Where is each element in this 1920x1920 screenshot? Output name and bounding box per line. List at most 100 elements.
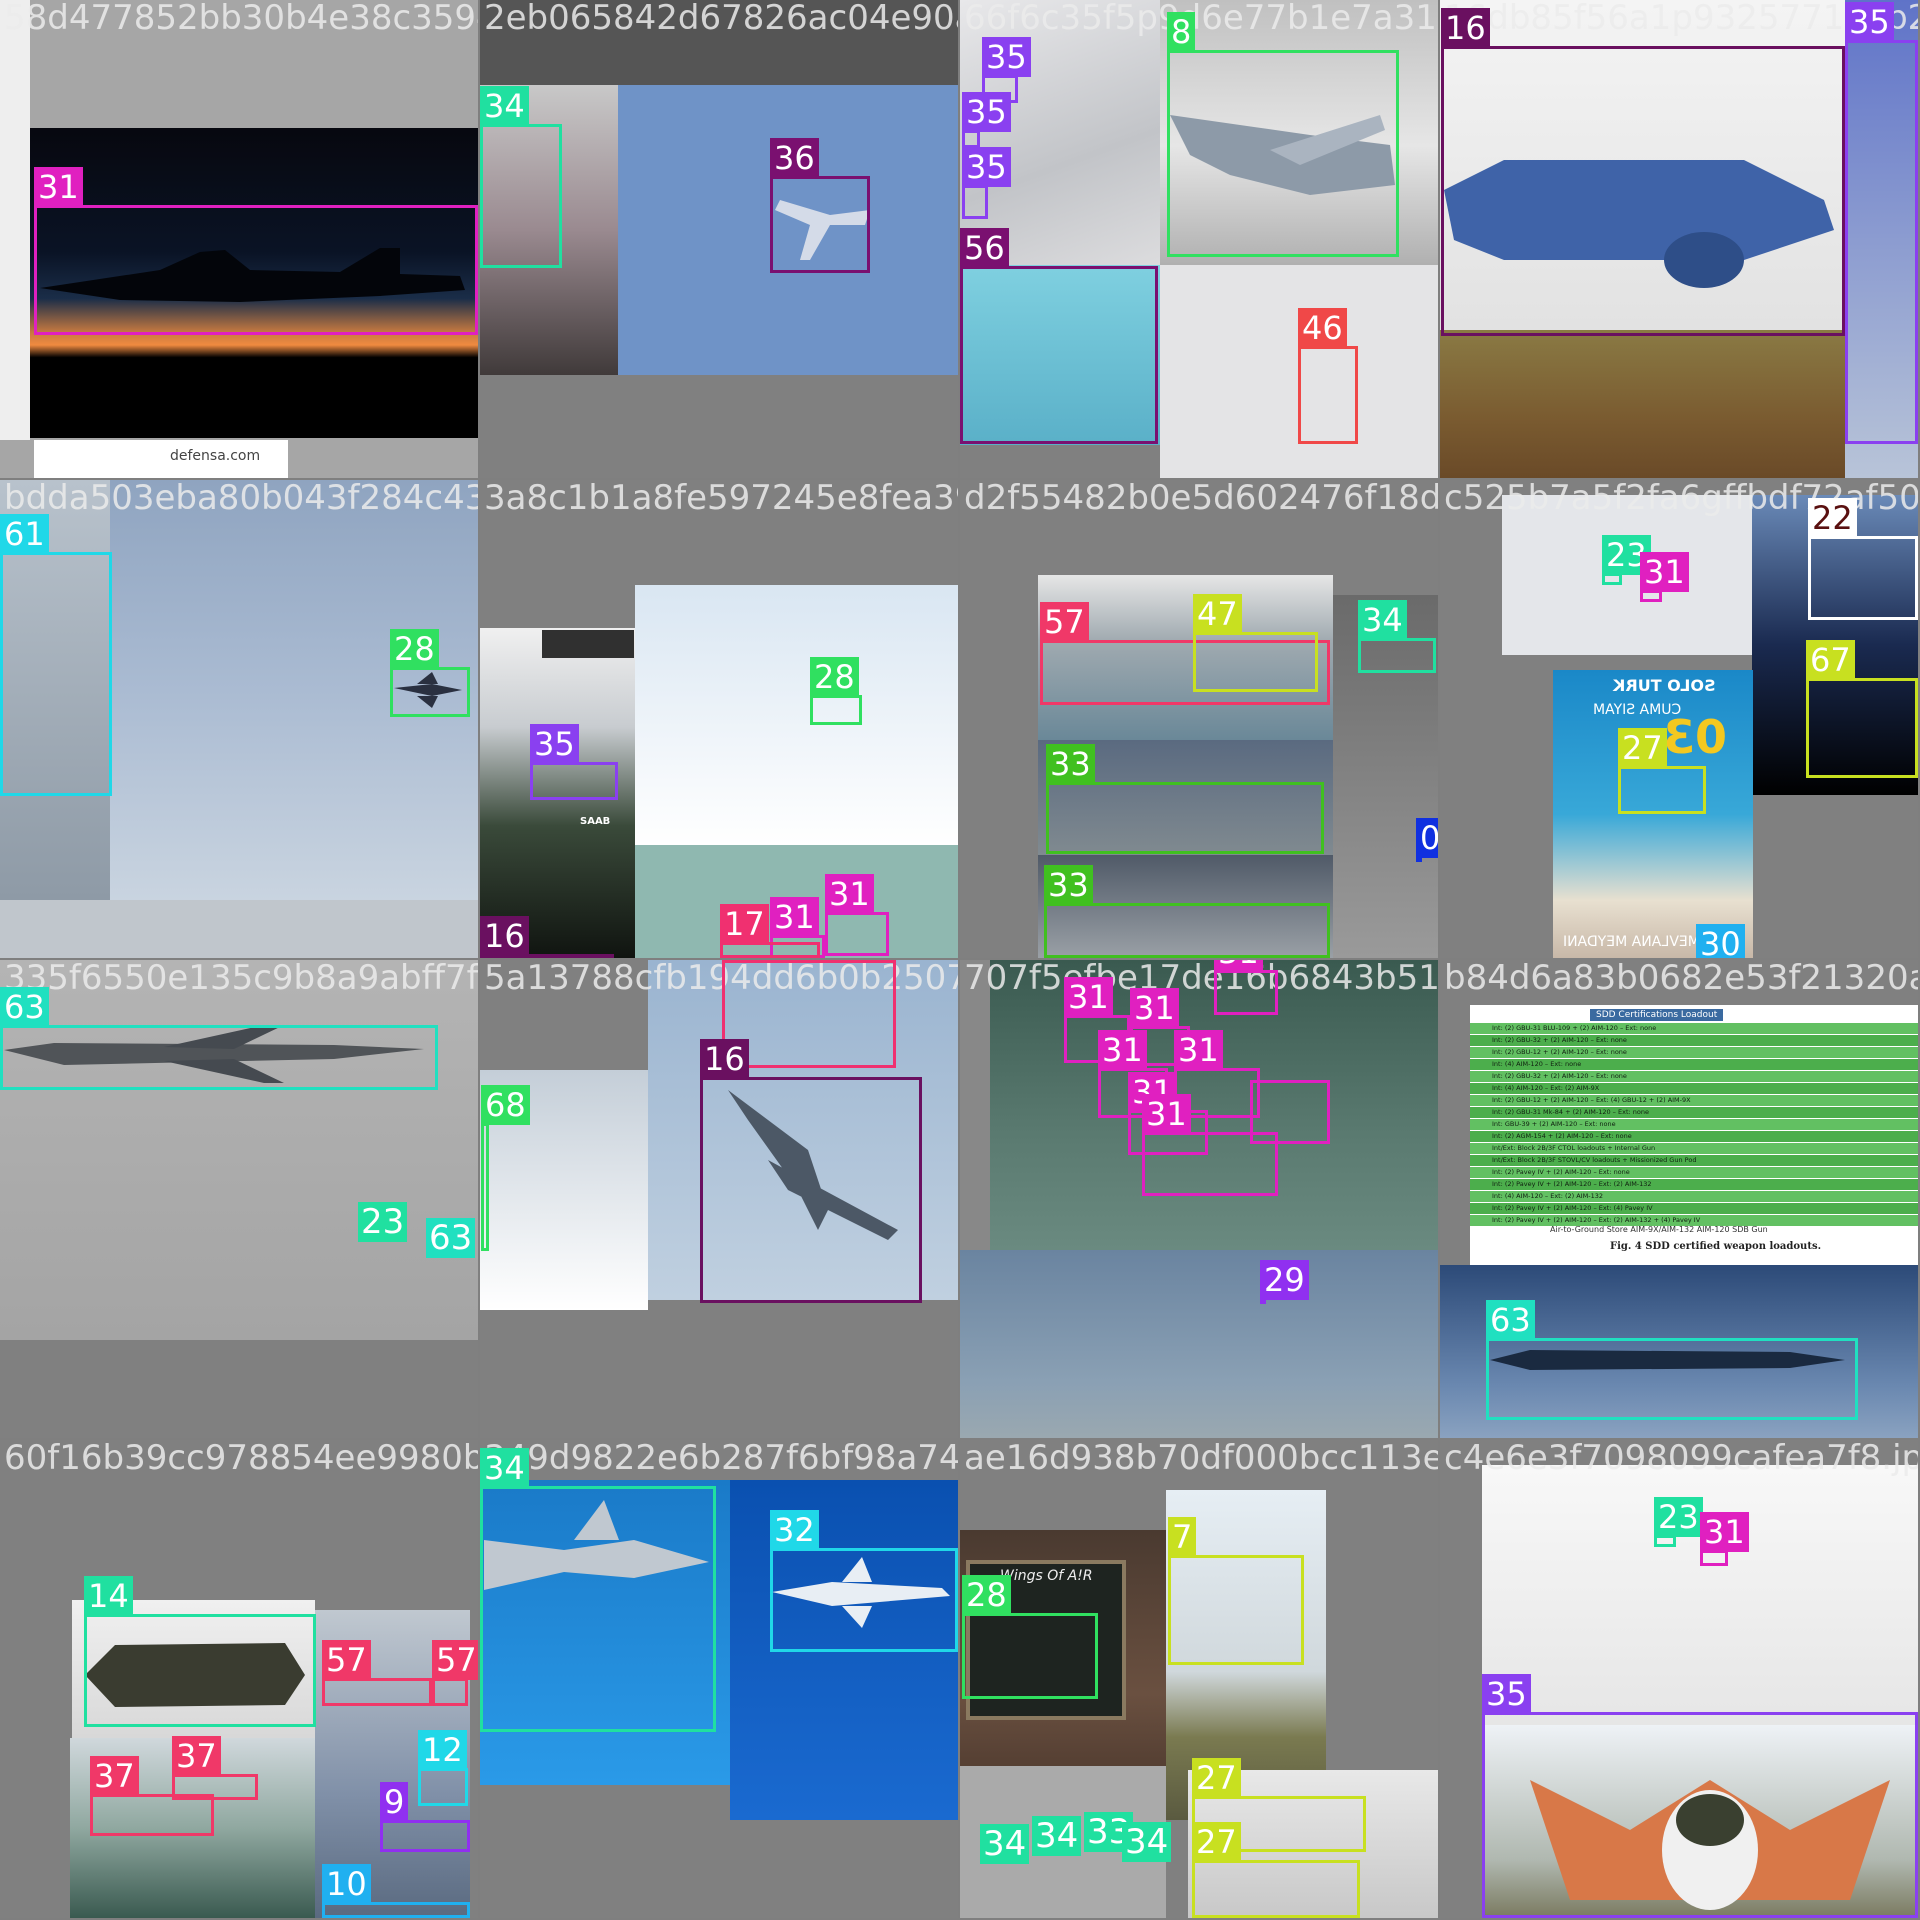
mosaic-tile: defensa.com 31 58d477852bb30b4e38c35943e… [0, 0, 478, 478]
tile-filename: 60f16b39cc978854ee9980b5e2b9f592.jpg [4, 1440, 478, 1478]
table-legend: Air-to-Ground Store AIM-9X/AIM-132 AIM-1… [1550, 1225, 1768, 1234]
bbox: 22 [1808, 498, 1918, 620]
table-rows: Int: (2) GBU-31 BLU-109 + (2) AIM-120 – … [1470, 1023, 1918, 1227]
mosaic-tile: Wings Of A!R 28 7 27 27 34 34 33 34 ae16… [960, 1440, 1438, 1918]
bbox: 33 [1046, 744, 1324, 854]
bbox: 32 [770, 1510, 958, 1652]
bbox-label: 35 [1482, 1674, 1531, 1714]
bbox: 23 [1654, 1497, 1703, 1547]
bbox-label: 28 [390, 629, 439, 669]
bbox: 57 [322, 1640, 432, 1706]
mosaic-tile: 34 32 349d9822e6b287f6bf98a74a61bd338.jp… [480, 1440, 958, 1918]
mosaic-grid: defensa.com 31 58d477852bb30b4e38c35943e… [0, 0, 1920, 1920]
bbox: 12 [418, 1730, 468, 1806]
bbox-label: 37 [172, 1736, 221, 1776]
bbox-label: 35 [1845, 2, 1894, 42]
bbox: 9 [380, 1782, 470, 1852]
bbox-label: 29 [1260, 1260, 1309, 1300]
bbox-label: 28 [810, 657, 859, 697]
bbox-label: 30 [1696, 924, 1745, 958]
table-row: Int: (2) Pavey IV + (2) AIM-120 – Ext: (… [1470, 1179, 1918, 1191]
bbox-label: 31 [1174, 1030, 1223, 1070]
bbox: 34 [480, 86, 562, 268]
bbox-label: 10 [322, 1864, 371, 1904]
bbox: 34 [1358, 600, 1436, 673]
mosaic-tile: 57 47 34 33 33 0 d2f55482b0e5d602476f18d… [960, 480, 1438, 958]
bbox: 16 [700, 1039, 922, 1303]
bbox-label: 34 [480, 86, 529, 126]
bbox-label: 35 [530, 724, 579, 764]
mosaic-tile: 61 28 bdda503eba80b043f284c436b8c1e1978e… [0, 480, 478, 958]
frame-text: Wings Of A!R [1000, 1568, 1093, 1584]
bbox: 8 [1167, 12, 1399, 257]
bbox: 16 [480, 916, 614, 958]
table-row: Int: (2) AGM-154 + (2) AIM-120 – Ext: no… [1470, 1131, 1918, 1143]
tile-filename: ae16d938b70df000bcc113e38344e3570.jpg [964, 1440, 1438, 1478]
bbox: 46 [1298, 308, 1358, 444]
bbox-label: 14 [84, 1576, 133, 1616]
mosaic-tile: 14 57 57 37 37 12 9 10 60f16b39cc978854e… [0, 1440, 478, 1918]
bbox: 31 [1700, 1512, 1749, 1566]
table-row: Int: (2) Pavey IV + (2) AIM-120 – Ext: n… [1470, 1167, 1918, 1179]
bbox-label: 61 [0, 514, 49, 554]
bbox-label: 34 [480, 1448, 529, 1488]
bbox: 68 [481, 1085, 530, 1251]
table-row: Int: (2) GBU-31 BLU-109 + (2) AIM-120 – … [1470, 1023, 1918, 1035]
bbox: 61 [0, 514, 112, 796]
bbox: 67 [1806, 640, 1918, 778]
bbox-label: 47 [1193, 594, 1242, 634]
bbox: 35 [962, 147, 1011, 219]
bbox: 7 [1168, 1517, 1304, 1665]
poster-place: MEVLANA MEYDANI [1563, 934, 1700, 950]
table-row: Int/Ext: Block 2B/3F CTOL loadouts + Int… [1470, 1143, 1918, 1155]
bbox-label: 31 [1640, 552, 1689, 592]
bbox-label: 31 [1700, 1512, 1749, 1552]
bbox-label: 36 [770, 138, 819, 178]
mosaic-tile: SDD Certifications Loadout Int: (2) GBU-… [1440, 960, 1918, 1438]
bbox: 28 [390, 629, 470, 717]
bbox: 27 [1192, 1822, 1360, 1918]
tile-filename: 335f6550e135c9b8a9abff7f5a6438a.jpg [4, 960, 478, 998]
bbox-label: 32 [770, 1510, 819, 1550]
bbox: 36 [770, 138, 870, 273]
tile-filename: b84d6a83b0682e53f21320a.jpg [1444, 960, 1918, 998]
bbox-label: 0 [1416, 818, 1438, 858]
bbox-label: 34 [1122, 1822, 1172, 1862]
bbox-label: 16 [700, 1039, 749, 1079]
bbox: 34 [480, 1448, 716, 1732]
bbox: 35 [530, 724, 618, 800]
bbox-label: 67 [1806, 640, 1855, 680]
bbox-label: 31 [34, 167, 83, 207]
bbox: 28 [810, 657, 862, 725]
bbox: 31 [825, 874, 889, 956]
poster-number: 03 [1663, 710, 1728, 764]
bbox-label: 46 [1298, 308, 1347, 348]
bbox: 28 [962, 1575, 1098, 1699]
table-row: Int: (4) AIM-120 – Ext: none [1470, 1059, 1918, 1071]
bbox-label: 16 [1441, 8, 1490, 48]
bbox: 37 [172, 1736, 258, 1800]
bbox: 35 [1845, 2, 1918, 444]
bbox: 23 [1602, 535, 1651, 585]
bbox-label: 27 [1618, 728, 1667, 768]
poster: SOLO TURK CUMA SIYAM 03 MEVLANA MEYDANI [1553, 670, 1753, 958]
bbox-label: 31 [1130, 988, 1179, 1028]
bbox-label: 23 [358, 1202, 408, 1242]
mosaic-tile: 34 36 2eb065842d67826ac04e90af06df6c5b5f… [480, 0, 958, 478]
bbox: 14 [84, 1576, 316, 1727]
table-title: SDD Certifications Loadout [1590, 1009, 1724, 1021]
bbox-label: 22 [1808, 498, 1857, 538]
bbox-label: 23 [1654, 1497, 1703, 1537]
tile-filename: 58d477852bb30b4e38c35943ebd0658426b76.jp… [4, 0, 478, 38]
table-row: Int: (4) AIM-120 – Ext: (2) AIM-9X [1470, 1083, 1918, 1095]
tile-filename: c4e6e3f7098099cafea7f8.jpg [1444, 1440, 1918, 1478]
bbox-label: 7 [1168, 1517, 1197, 1557]
bbox-label: 27 [1192, 1822, 1241, 1862]
bbox-label: 17 [720, 904, 769, 944]
table-row: Int: (2) GBU-12 + (2) AIM-120 – Ext: (4)… [1470, 1095, 1918, 1107]
bbox: 47 [1193, 594, 1318, 692]
tile-filename: 3a8c1b1a8fe597245e8fea3969df785d482.jpg [484, 480, 958, 518]
bbox: 16 [1441, 8, 1845, 336]
bbox-label: 56 [960, 228, 1009, 268]
bbox: 57 [432, 1640, 478, 1706]
